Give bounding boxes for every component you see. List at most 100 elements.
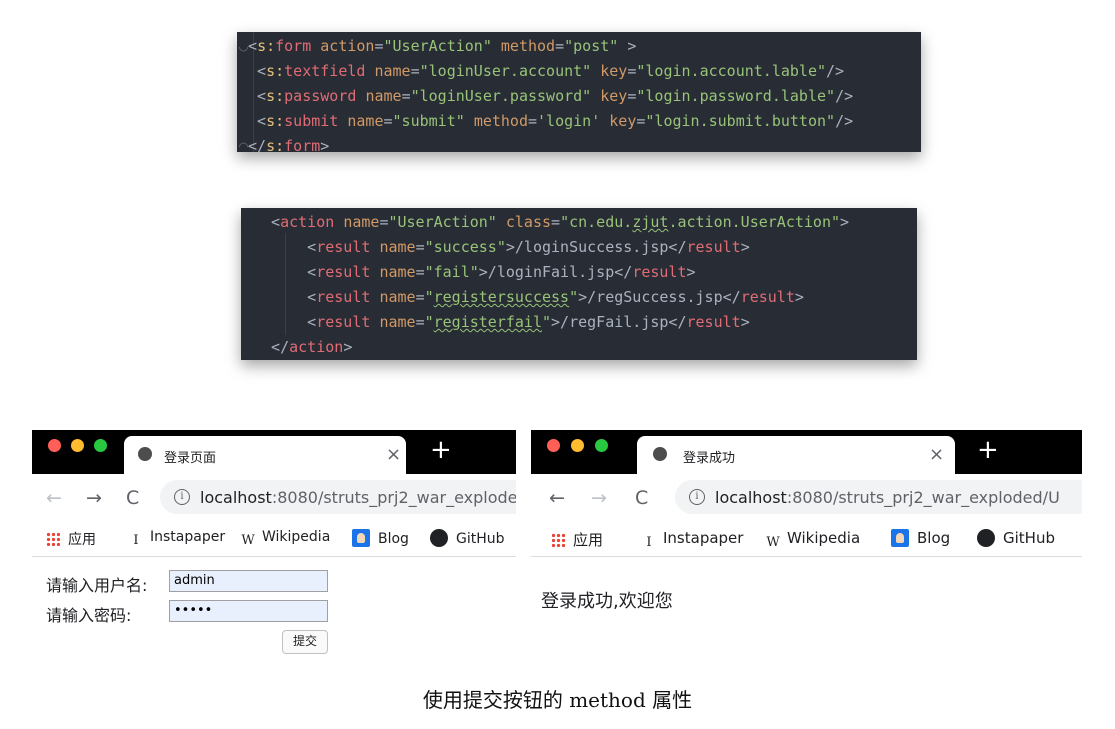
code-token: registerfail (433, 313, 542, 331)
bookmark-github[interactable]: GitHub (977, 529, 1055, 547)
minimize-window-button[interactable] (71, 439, 84, 452)
code-token: "cn.edu. (560, 213, 633, 231)
bookmark-apps[interactable]: 应用 (46, 529, 96, 549)
code-token: s: (266, 112, 285, 130)
code-token: "UserAction" (388, 213, 497, 231)
tab-title: 登录页面 (164, 451, 217, 466)
bookmark-blog[interactable]: Blog (891, 529, 950, 547)
forward-button[interactable]: → (591, 487, 607, 509)
toolbar: ← → C i localhost:8080/struts_prj2_war_e… (32, 474, 516, 522)
code-token: ◡ (239, 37, 249, 55)
code-token: result (632, 263, 687, 281)
close-tab-icon[interactable]: × (929, 444, 944, 465)
bookmark-instapaper[interactable]: I Instapaper (641, 529, 743, 551)
instapaper-icon: I (133, 533, 139, 548)
code-token: result (316, 263, 371, 281)
code-token: key (600, 62, 628, 80)
maximize-window-button[interactable] (94, 439, 107, 452)
code-token: form (284, 137, 321, 155)
code-token: name (347, 112, 384, 130)
code-token: >/regSuccess.jsp</ (578, 288, 741, 306)
code-token: = (415, 313, 425, 331)
apps-grid-icon (551, 533, 565, 547)
code-token: name (379, 288, 416, 306)
code-token: < (239, 62, 267, 80)
maximize-window-button[interactable] (595, 439, 608, 452)
new-tab-button[interactable]: + (430, 435, 452, 465)
code-token: s: (257, 37, 276, 55)
toolbar: ← → C i localhost:8080/struts_prj2_war_e… (531, 474, 1082, 522)
code-token: .action.UserAction" (668, 213, 841, 231)
success-message: 登录成功,欢迎您 (541, 591, 673, 612)
bookmark-label: Blog (917, 529, 951, 547)
address-bar[interactable]: i localhost:8080/struts_prj2_war_explode… (160, 480, 516, 514)
bookmark-label: Blog (378, 531, 409, 547)
code-token: = (383, 112, 393, 130)
new-tab-button[interactable]: + (977, 435, 999, 465)
username-input[interactable]: admin (169, 570, 328, 592)
code-token: = (374, 37, 384, 55)
code-token: result (686, 313, 741, 331)
code-token: zjut (632, 213, 669, 231)
code-editor-action: <action name="UserAction" class="cn.edu.… (241, 208, 917, 360)
bookmark-wikipedia[interactable]: W Wikipedia (240, 529, 330, 549)
bookmark-apps[interactable]: 应用 (551, 529, 603, 550)
code-token: /> (835, 87, 854, 105)
minimize-window-button[interactable] (571, 439, 584, 452)
bookmark-instapaper[interactable]: I Instapaper (128, 529, 225, 549)
code-token: name (379, 313, 416, 331)
code-token: result (740, 288, 795, 306)
bookmark-label: Instapaper (663, 529, 744, 547)
url-path: :8080/struts_prj2_war_exploded/U (786, 488, 1060, 507)
code-token: "loginUser.password" (410, 87, 592, 105)
bookmark-label: 应用 (573, 531, 604, 549)
info-icon[interactable]: i (689, 489, 705, 505)
tab-login-page[interactable]: 登录页面 × (124, 436, 406, 474)
code-token: form (275, 37, 312, 55)
password-input[interactable]: ••••• (169, 600, 328, 622)
back-button[interactable]: ← (549, 487, 565, 509)
url-host: localhost (715, 488, 787, 507)
code-token: name (365, 87, 402, 105)
bookmark-blog[interactable]: Blog (352, 529, 409, 547)
code-line: ◠</s:form> (239, 134, 329, 159)
bookmark-github[interactable]: GitHub (430, 529, 505, 547)
tab-bar: 登录成功 × + (531, 430, 1082, 474)
code-line: <s:submit name="submit" method='login' k… (239, 109, 853, 134)
code-token: s: (266, 62, 285, 80)
page-content: 请输入用户名: admin 请输入密码: ••••• 提交 (32, 557, 516, 666)
code-token: = (415, 238, 425, 256)
code-line: <s:password name="loginUser.password" ke… (239, 84, 853, 109)
bookmarks-bar: 应用 I Instapaper W Wikipedia Blog GitHub (531, 522, 1082, 557)
back-button[interactable]: ← (46, 487, 62, 509)
github-icon (977, 529, 995, 547)
blog-avatar-icon (352, 529, 370, 547)
close-tab-icon[interactable]: × (386, 444, 401, 465)
address-bar[interactable]: i localhost:8080/struts_prj2_war_explode… (675, 480, 1082, 514)
code-line: <result name="success">/loginSuccess.jsp… (253, 235, 750, 260)
bookmark-wikipedia[interactable]: W Wikipedia (765, 529, 860, 551)
code-line: <result name="fail">/loginFail.jsp</resu… (253, 260, 695, 285)
reload-button[interactable]: C (126, 487, 139, 509)
code-token: = (401, 87, 411, 105)
info-icon[interactable]: i (174, 489, 190, 505)
code-line: <result name="registerfail">/regFail.jsp… (253, 310, 750, 335)
close-window-button[interactable] (547, 439, 560, 452)
code-token: "login.submit.button" (645, 112, 836, 130)
code-token: >/loginFail.jsp</ (478, 263, 633, 281)
code-line: <s:textfield name="loginUser.account" ke… (239, 59, 844, 84)
submit-button[interactable]: 提交 (282, 630, 328, 654)
code-token: /> (835, 112, 854, 130)
close-window-button[interactable] (48, 439, 61, 452)
code-token: < (239, 87, 267, 105)
forward-button[interactable]: → (86, 487, 102, 509)
tab-success-page[interactable]: 登录成功 × (637, 436, 955, 474)
reload-button[interactable]: C (635, 487, 648, 509)
code-token: "login.account.lable" (636, 62, 827, 80)
code-token: > (343, 338, 353, 356)
code-token: " (569, 288, 579, 306)
code-token: name (379, 238, 416, 256)
